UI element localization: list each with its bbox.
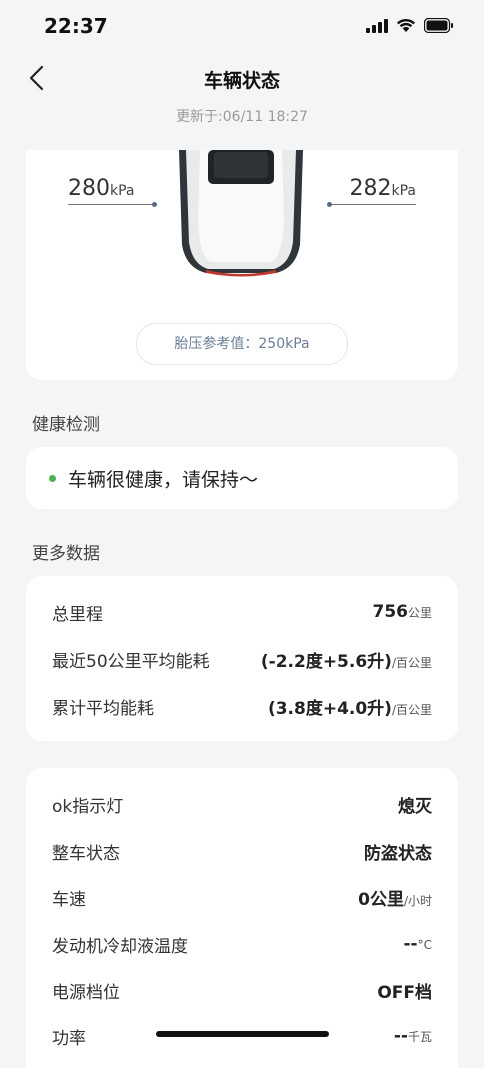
update-time: 更新于:06/11 18:27 <box>176 109 308 125</box>
data-row-cumulative-consumption: 累计平均能耗 (3.8度+4.0升)/百公里 <box>52 692 432 720</box>
data-row-total-mileage: 总里程 756公里 <box>52 598 432 626</box>
health-card[interactable]: 车辆很健康，请保持～ <box>26 447 458 509</box>
row-label: 功率 <box>52 1028 86 1049</box>
tire-pointer-line-right <box>330 204 416 205</box>
health-section-label: 健康检测 <box>32 415 100 435</box>
vehicle-status-card: ok指示灯 熄灭 整车状态 防盗状态 车速 0公里/小时 发动机冷却液温度 --… <box>26 768 458 1068</box>
row-value: 防盗状态 <box>364 843 432 864</box>
tire-pressure-left: 280kPa <box>68 176 135 201</box>
row-value: (-2.2度+5.6升)/百公里 <box>260 651 432 672</box>
battery-icon <box>424 17 454 33</box>
row-label: 最近50公里平均能耗 <box>52 651 210 672</box>
row-label: 累计平均能耗 <box>52 698 154 719</box>
more-data-card: 总里程 756公里 最近50公里平均能耗 (-2.2度+5.6升)/百公里 累计… <box>26 576 458 741</box>
row-label: 总里程 <box>52 604 103 625</box>
row-value: 756公里 <box>372 602 432 622</box>
status-time: 22:37 <box>44 14 108 38</box>
tire-pressure-card: 280kPa 282kPa 胎压参考值：250kPa <box>26 150 458 380</box>
row-value: --千瓦 <box>393 1026 432 1046</box>
status-icons <box>366 17 454 33</box>
tire-pointer-dot-left <box>152 202 157 207</box>
tire-pointer-line-left <box>68 204 154 205</box>
row-value: (3.8度+4.0升)/百公里 <box>267 698 432 719</box>
status-row-vehicle-state: 整车状态 防盗状态 <box>52 837 432 865</box>
row-label: 电源档位 <box>52 982 120 1003</box>
health-status-dot <box>49 475 56 482</box>
data-row-recent-consumption: 最近50公里平均能耗 (-2.2度+5.6升)/百公里 <box>52 645 432 673</box>
wifi-icon <box>396 18 416 33</box>
row-value: OFF档 <box>377 982 432 1003</box>
status-row-power-gear: 电源档位 OFF档 <box>52 976 432 1004</box>
car-top-view-icon <box>179 150 303 277</box>
status-row-coolant-temp: 发动机冷却液温度 --°C <box>52 930 432 958</box>
status-bar: 22:37 <box>0 0 484 56</box>
status-row-speed: 车速 0公里/小时 <box>52 883 432 911</box>
page-title: 车辆状态 <box>203 70 280 92</box>
row-value: 熄灭 <box>398 796 432 817</box>
row-label: ok指示灯 <box>52 796 124 817</box>
row-value: --°C <box>403 934 432 954</box>
home-indicator[interactable] <box>156 1031 329 1037</box>
status-row-ok-light: ok指示灯 熄灭 <box>52 790 432 818</box>
row-label: 发动机冷却液温度 <box>52 936 188 957</box>
tire-pointer-dot-right <box>327 202 332 207</box>
cellular-signal-icon <box>366 17 388 33</box>
tire-reference-pill: 胎压参考值：250kPa <box>136 323 348 365</box>
nav-bar: 车辆状态 更新于:06/11 18:27 <box>0 56 484 126</box>
more-data-section-label: 更多数据 <box>32 544 100 564</box>
tire-pressure-right: 282kPa <box>349 176 417 201</box>
row-label: 车速 <box>52 889 86 910</box>
row-label: 整车状态 <box>52 843 120 864</box>
row-value: 0公里/小时 <box>358 889 432 910</box>
health-message: 车辆很健康，请保持～ <box>68 469 259 491</box>
